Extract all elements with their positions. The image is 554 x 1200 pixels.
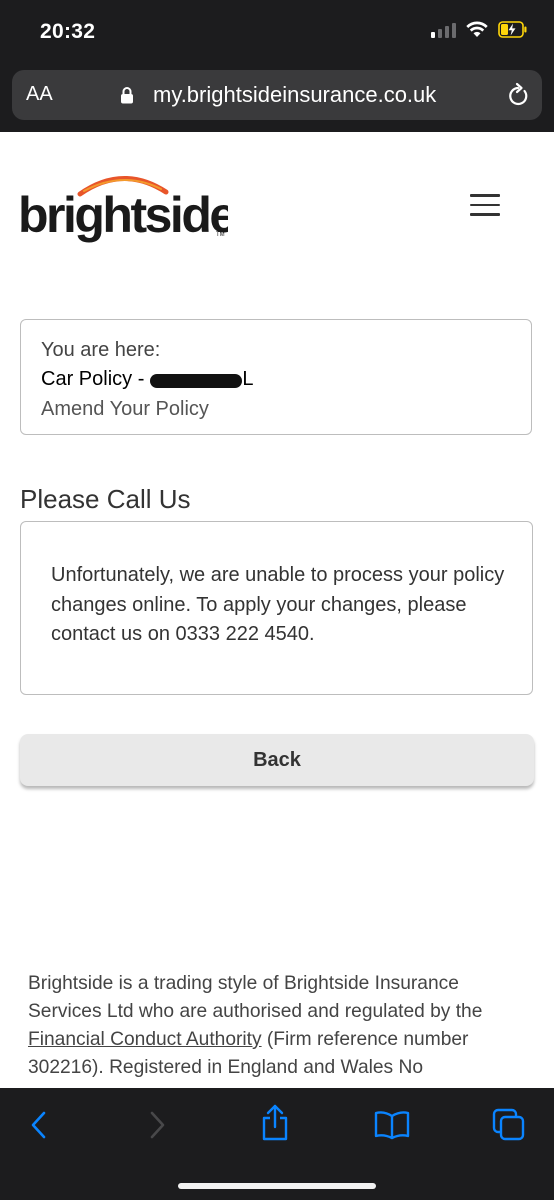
text-size-label: AA (26, 83, 53, 105)
forward-chevron-icon[interactable] (146, 1108, 168, 1142)
fca-link[interactable]: Financial Conduct Authority (28, 1029, 262, 1050)
policy-prefix: Car Policy - (41, 368, 145, 390)
share-icon[interactable] (260, 1104, 290, 1142)
message-box: Unfortunately, we are unable to process … (20, 521, 533, 695)
status-time: 20:32 (40, 20, 96, 43)
back-button[interactable]: Back (20, 734, 534, 786)
redaction-mark (150, 373, 243, 388)
address-bar[interactable]: AA my.brightsideinsurance.co.uk (12, 70, 542, 120)
message-text: Unfortunately, we are unable to process … (51, 564, 505, 645)
cellular-signal-icon (431, 20, 456, 38)
breadcrumb-policy-link[interactable]: Car Policy - L (41, 368, 253, 391)
policy-suffix: L (242, 368, 254, 390)
browser-address-area: AA my.brightsideinsurance.co.uk (0, 66, 554, 132)
status-bar: 20:32 (0, 0, 554, 66)
status-icons (431, 20, 528, 38)
back-chevron-icon[interactable] (28, 1108, 50, 1142)
tabs-icon[interactable] (492, 1108, 526, 1142)
logo-wordmark: brightside (18, 187, 228, 243)
logo-trademark: TM (216, 232, 225, 238)
footer-text-start: Brightside is a trading style of Brights… (28, 973, 483, 1022)
brightside-logo[interactable]: brightside TM (18, 170, 228, 250)
breadcrumb-label: You are here: (41, 339, 161, 361)
section-title: Please Call Us (20, 484, 191, 514)
battery-charging-icon (498, 20, 527, 38)
bookmarks-icon[interactable] (374, 1110, 410, 1140)
wifi-icon (466, 21, 488, 37)
home-indicator[interactable] (178, 1183, 376, 1189)
text-size-button[interactable]: AA (26, 83, 53, 106)
footer-legal-text: Brightside is a trading style of Brights… (28, 970, 528, 1082)
reload-icon[interactable] (506, 82, 530, 108)
breadcrumb-current-page: Amend Your Policy (41, 398, 209, 420)
breadcrumb: You are here: Car Policy - L Amend Your … (20, 319, 532, 435)
lock-icon (121, 87, 133, 104)
url-text[interactable]: my.brightsideinsurance.co.uk (153, 82, 436, 108)
hamburger-menu-icon[interactable] (470, 194, 502, 220)
